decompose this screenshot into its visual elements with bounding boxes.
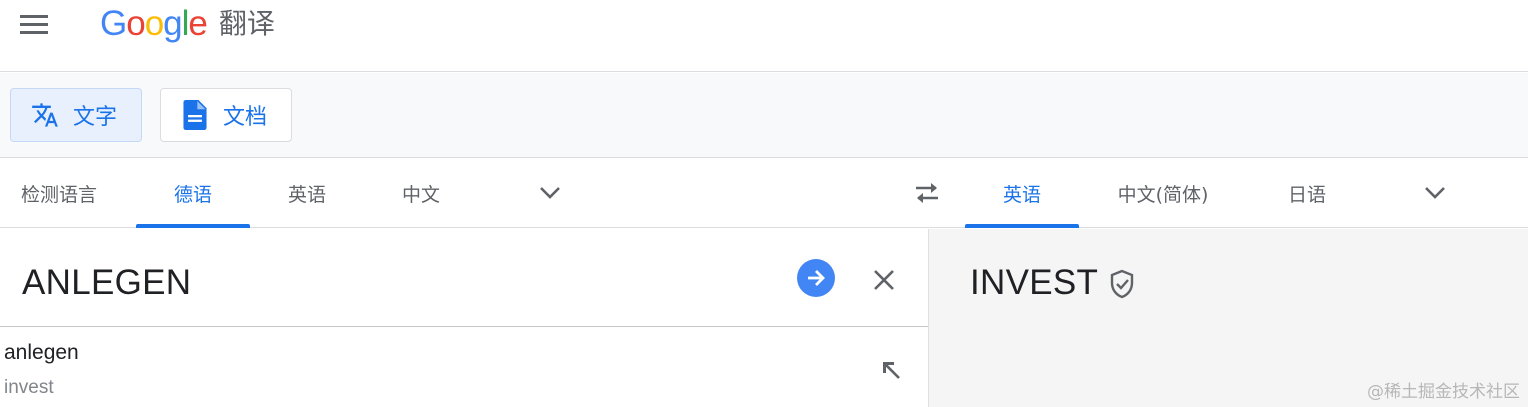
target-lang-more-button[interactable]: [1420, 178, 1450, 208]
logo-letter: g: [163, 4, 182, 43]
hamburger-menu-icon: [20, 15, 48, 34]
source-text-input[interactable]: ANLEGEN: [22, 263, 191, 303]
source-lang-german[interactable]: 德语: [136, 158, 250, 228]
logo-letter: e: [188, 4, 207, 43]
logo-letter: G: [100, 4, 127, 43]
mode-toolbar: 文字 文档: [0, 73, 1528, 158]
source-lang-english[interactable]: 英语: [250, 158, 364, 228]
translate-go-button[interactable]: [797, 259, 835, 297]
translation-output: INVEST: [970, 263, 1099, 302]
mode-documents-button[interactable]: 文档: [160, 88, 292, 142]
google-wordmark: Google: [100, 4, 208, 44]
logo-letter: l: [181, 4, 190, 43]
target-panel: INVEST @稀土掘金技术社区: [928, 229, 1528, 407]
target-lang-chinese-simplified[interactable]: 中文(简体): [1096, 158, 1230, 228]
shield-check-icon: [1110, 269, 1134, 299]
watermark: @稀土掘金技术社区: [1367, 382, 1520, 402]
clear-source-button[interactable]: [867, 263, 901, 297]
fill-suggestion-button[interactable]: [876, 355, 906, 385]
arrow-up-left-icon: [883, 362, 900, 379]
swap-arrows-icon: [916, 183, 938, 203]
app-header: Google 翻译: [0, 0, 1528, 72]
mode-text-label: 文字: [73, 105, 118, 130]
chevron-down-icon: [540, 187, 560, 199]
source-lang-detect[interactable]: 检测语言: [0, 158, 118, 228]
verified-shield-icon[interactable]: [1107, 268, 1137, 300]
document-icon: [183, 100, 207, 130]
source-lang-more-button[interactable]: [535, 178, 565, 208]
arrow-right-icon: [808, 270, 825, 286]
logo-letter: o: [126, 4, 145, 43]
chevron-down-icon: [1425, 187, 1445, 199]
logo-letter: o: [144, 4, 164, 43]
suggestion-item[interactable]: anlegen invest: [0, 327, 928, 407]
language-bar: 检测语言 德语 英语 中文 英语 中文(简体) 日语: [0, 158, 1528, 228]
target-lang-japanese[interactable]: 日语: [1250, 158, 1364, 228]
product-name: 翻译: [218, 7, 275, 40]
close-icon: [874, 270, 894, 290]
suggestion-word: anlegen: [4, 341, 79, 364]
main-menu-button[interactable]: [14, 6, 54, 42]
source-panel: ANLEGEN anlegen invest: [0, 229, 928, 407]
translate-icon: [31, 101, 59, 129]
suggestion-translation: invest: [4, 377, 54, 398]
google-translate-logo[interactable]: Google 翻译: [100, 4, 275, 44]
target-lang-english[interactable]: 英语: [965, 158, 1079, 228]
swap-languages-button[interactable]: [908, 176, 946, 210]
mode-text-button[interactable]: 文字: [10, 88, 142, 142]
mode-documents-label: 文档: [223, 105, 268, 130]
source-lang-chinese[interactable]: 中文: [364, 158, 478, 228]
